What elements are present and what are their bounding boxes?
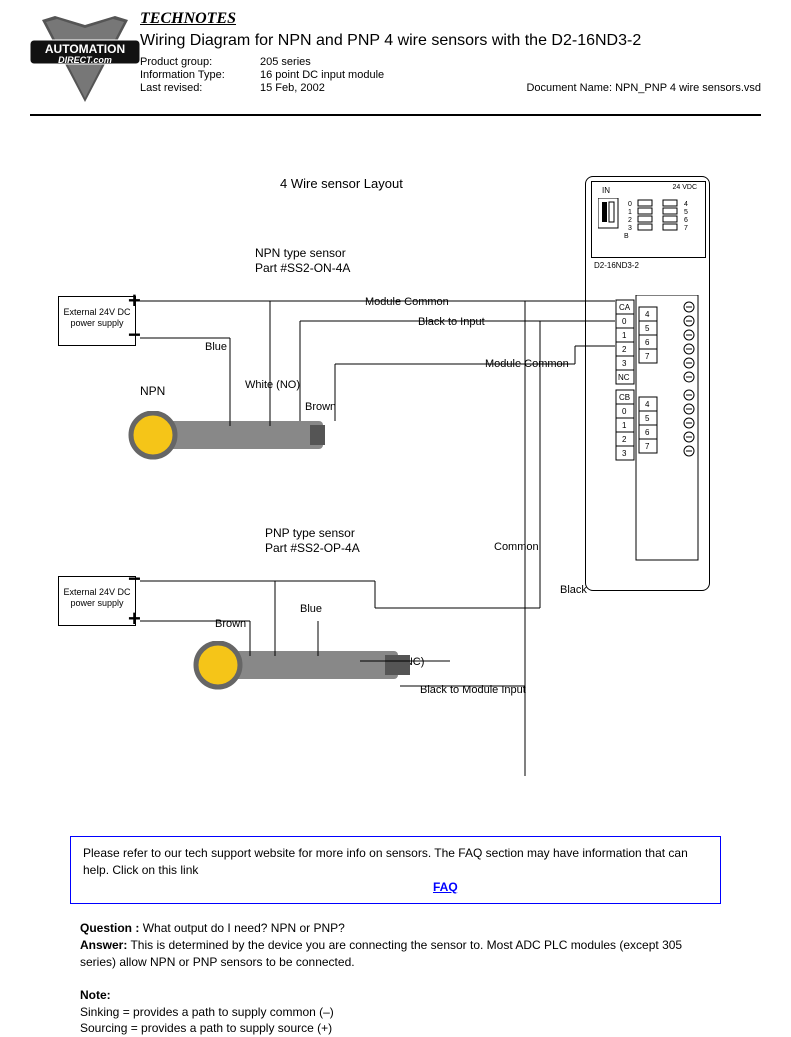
question-label: Question : — [80, 921, 139, 935]
doc-name: Document Name: NPN_PNP 4 wire sensors.vs… — [526, 82, 761, 94]
meta-label-info-type: Information Type: — [140, 69, 260, 81]
logo: AUTOMATION DIRECT.com — [30, 10, 140, 110]
qa-section: Question : What output do I need? NPN or… — [80, 920, 711, 970]
logo-text-sub: DIRECT.com — [58, 55, 112, 65]
meta-value-product-group: 205 series — [260, 56, 526, 68]
faq-text: Please refer to our tech support website… — [83, 846, 688, 877]
wiring-lines-pnp — [0, 126, 791, 816]
meta-label-last-revised: Last revised: — [140, 82, 260, 94]
meta-value-last-revised: 15 Feb, 2002 — [260, 82, 526, 94]
answer-label: Answer: — [80, 938, 127, 952]
question-text: What output do I need? NPN or PNP? — [143, 921, 345, 935]
answer-text: This is determined by the device you are… — [80, 938, 682, 969]
note-section: Note: Sinking = provides a path to suppl… — [80, 987, 711, 1037]
logo-text-main: AUTOMATION — [45, 42, 125, 56]
meta-label-product-group: Product group: — [140, 56, 260, 68]
technotes-heading: TECHNOTES — [140, 10, 761, 28]
faq-box: Please refer to our tech support website… — [70, 836, 721, 904]
note-line1: Sinking = provides a path to supply comm… — [80, 1005, 334, 1019]
faq-link[interactable]: FAQ — [433, 880, 458, 894]
meta-value-info-type: 16 point DC input module — [260, 69, 526, 81]
page-title: Wiring Diagram for NPN and PNP 4 wire se… — [140, 32, 761, 50]
note-label: Note: — [80, 988, 111, 1002]
note-line2: Sourcing = provides a path to supply sou… — [80, 1021, 332, 1035]
wiring-diagram: 4 Wire sensor Layout IN 24 VDC 01 23 45 … — [0, 126, 791, 816]
